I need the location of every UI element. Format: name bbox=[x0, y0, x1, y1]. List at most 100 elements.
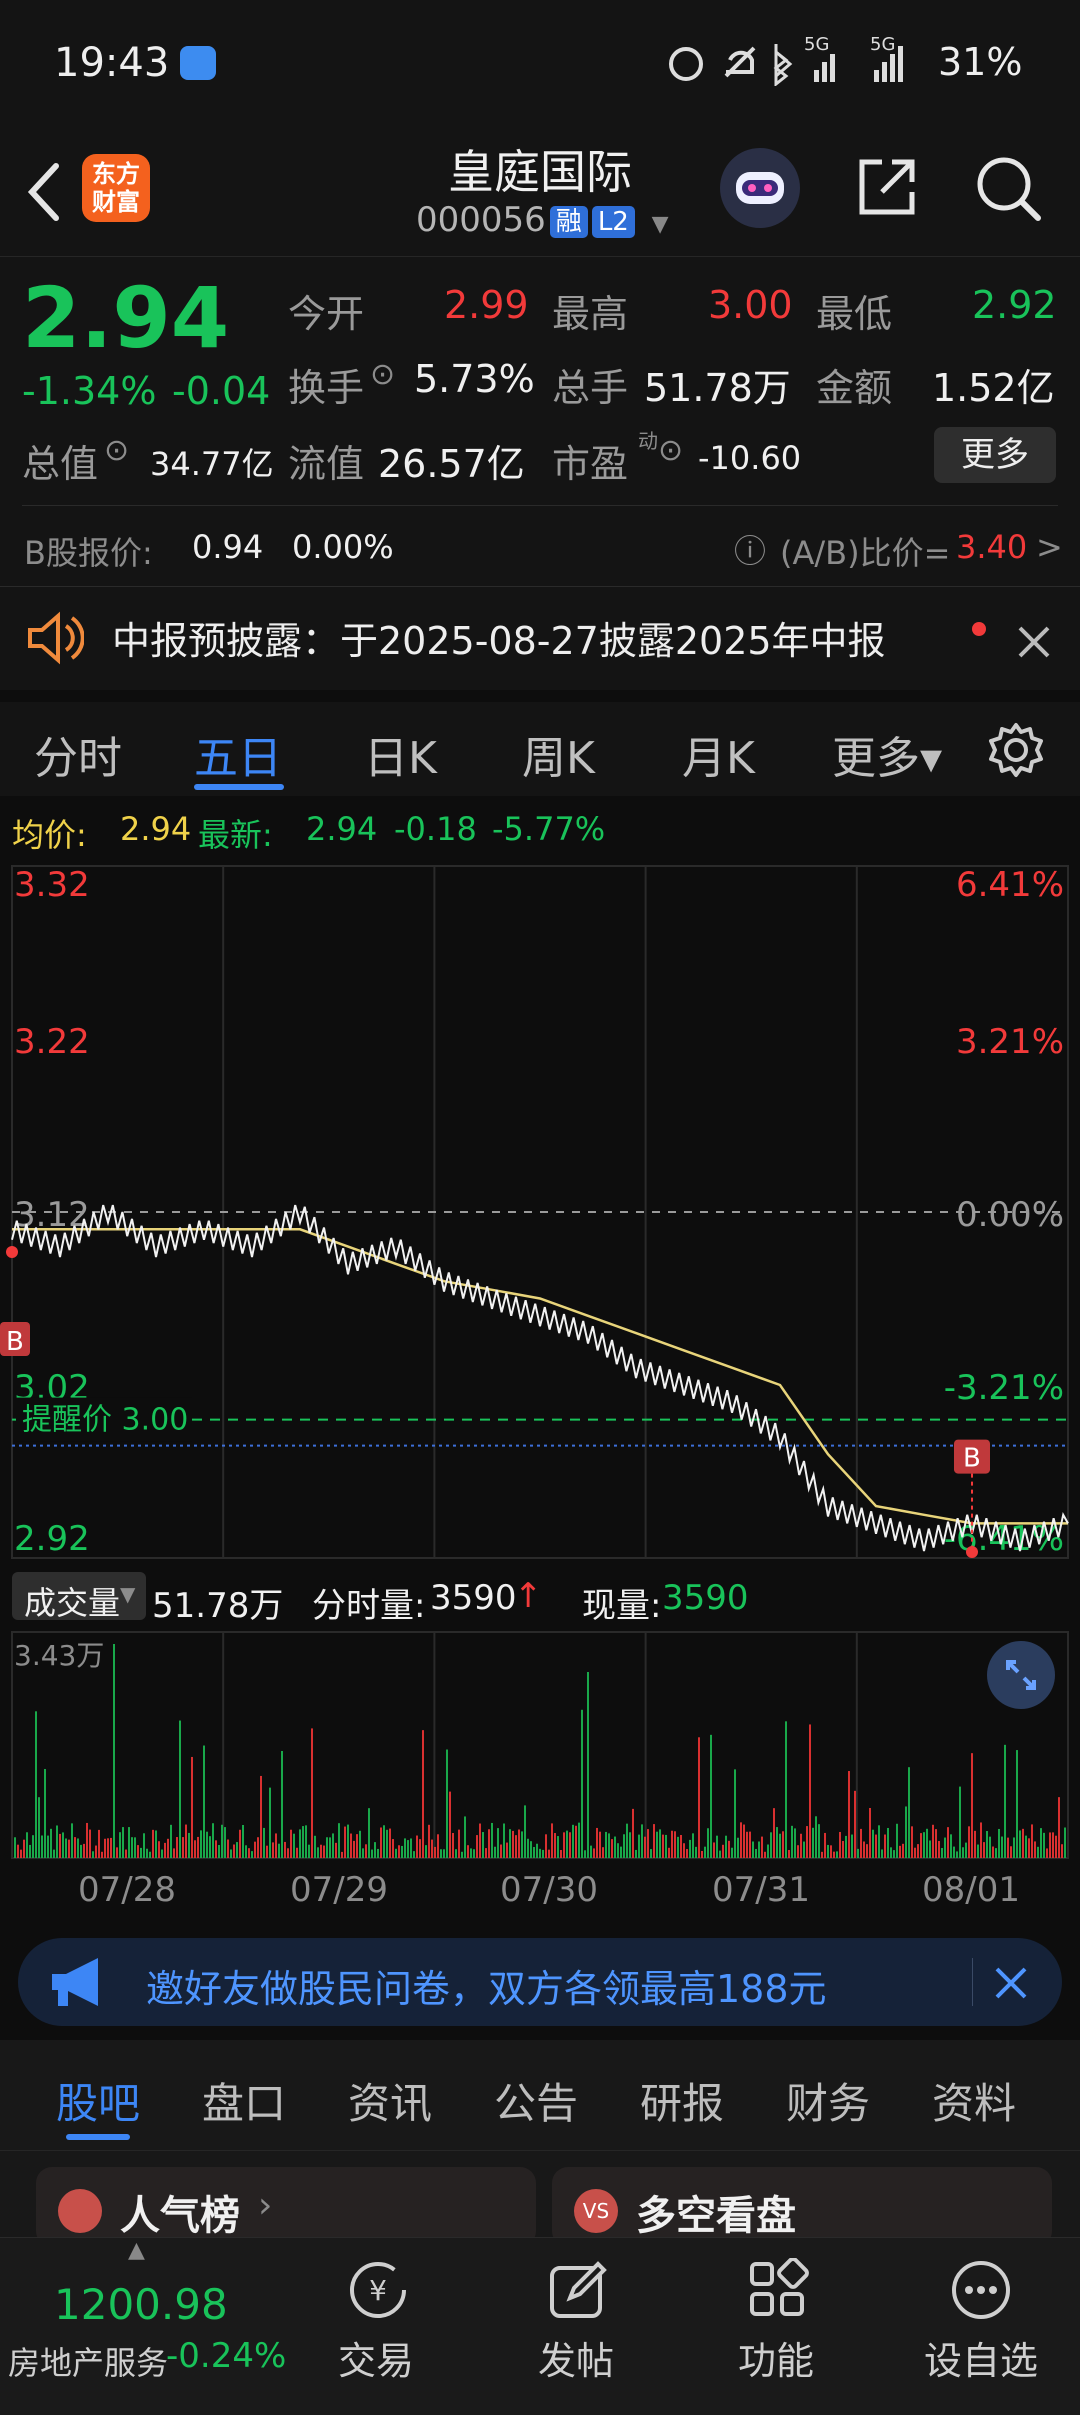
volume-bar bbox=[635, 1849, 637, 1858]
volume-bar bbox=[566, 1830, 568, 1858]
close-icon[interactable] bbox=[1016, 624, 1052, 660]
volume-bar bbox=[536, 1843, 538, 1858]
tab-announcements[interactable]: 公告 bbox=[494, 2070, 578, 2131]
nav-post-label: 发帖 bbox=[537, 2339, 614, 2383]
volume-bar bbox=[911, 1826, 913, 1858]
promo-banner[interactable]: 邀好友做股民问卷，双方各领最高188元 bbox=[18, 1938, 1062, 2026]
volume-bar bbox=[440, 1849, 442, 1858]
share-icon[interactable] bbox=[854, 154, 920, 220]
volume-bar bbox=[92, 1851, 94, 1858]
volume-bar bbox=[899, 1845, 901, 1858]
tab-weekly-k[interactable]: 周K bbox=[522, 722, 595, 786]
y-tick-label-right: 6.41% bbox=[956, 865, 1064, 905]
more-button[interactable]: 更多 bbox=[934, 427, 1056, 483]
volume-bar bbox=[221, 1824, 223, 1858]
tick-volume-value: 3590 bbox=[430, 1578, 517, 1618]
volume-bar-chart[interactable] bbox=[0, 1628, 1080, 1862]
volume-bar bbox=[713, 1842, 715, 1858]
promo-section: 邀好友做股民问卷，双方各领最高188元 bbox=[0, 1916, 1080, 2040]
tab-monthly-k[interactable]: 月K bbox=[682, 722, 755, 786]
volume-bar bbox=[647, 1829, 649, 1858]
volume-bar bbox=[722, 1844, 724, 1858]
nav-trade[interactable]: ¥ 交易 bbox=[316, 2258, 436, 2388]
volume-bar bbox=[518, 1829, 520, 1858]
caret-down-icon: ▼ bbox=[120, 1582, 136, 1606]
notice-bar[interactable]: 中报预披露：于2025-08-27披露2025年中报 bbox=[0, 590, 1080, 690]
nav-add-watchlist[interactable]: 设自选 bbox=[906, 2258, 1056, 2388]
volume-bar bbox=[419, 1839, 421, 1858]
search-icon[interactable] bbox=[974, 154, 1044, 224]
volume-bar bbox=[917, 1844, 919, 1858]
long-short-card[interactable]: VS 多空看盘 bbox=[552, 2167, 1052, 2247]
tab-guba[interactable]: 股吧 bbox=[56, 2070, 140, 2131]
volume-bar bbox=[770, 1832, 772, 1858]
nav-post[interactable]: 发帖 bbox=[516, 2258, 636, 2388]
latest-pct: -5.77% bbox=[492, 810, 606, 848]
volume-bar bbox=[179, 1720, 181, 1858]
tab-daily-k[interactable]: 日K bbox=[364, 722, 437, 786]
volume-bar bbox=[749, 1831, 751, 1858]
volume-bar bbox=[74, 1837, 76, 1858]
tab-finance[interactable]: 财务 bbox=[786, 2070, 870, 2131]
tab-research[interactable]: 研报 bbox=[640, 2070, 724, 2131]
volume-bar bbox=[785, 1721, 787, 1858]
tab-more[interactable]: 更多▾ bbox=[832, 722, 942, 786]
edit-icon bbox=[550, 2261, 607, 2318]
volume-chart-area[interactable]: 3.43万 bbox=[0, 1628, 1080, 1862]
tab-profile[interactable]: 资料 bbox=[932, 2070, 1016, 2131]
volume-bar bbox=[320, 1844, 322, 1858]
volume-bar bbox=[470, 1848, 472, 1858]
volume-bar bbox=[356, 1834, 358, 1858]
settings-icon[interactable] bbox=[988, 722, 1044, 778]
info-icon[interactable]: ⊙ bbox=[104, 433, 129, 468]
volume-bar bbox=[938, 1841, 940, 1858]
robot-assistant-icon[interactable] bbox=[718, 146, 802, 230]
b-share-row[interactable]: B股报价: 0.94 0.00% ⓘ (A/B)比价= 3.40 > bbox=[0, 510, 1080, 586]
volume-bar bbox=[218, 1845, 220, 1858]
volume-bar bbox=[692, 1833, 694, 1858]
popularity-title: 人气榜 bbox=[120, 2193, 240, 2239]
volume-bar bbox=[533, 1847, 535, 1858]
question-icon[interactable]: ⓘ bbox=[734, 526, 766, 572]
bottom-nav: ▲ 1200.98 房地产服务 -0.24% ¥ 交易 发帖 功能 设自选 bbox=[0, 2237, 1080, 2415]
volume-bar bbox=[1064, 1827, 1066, 1858]
stock-code-row[interactable]: 000056 融 L2 ▼ bbox=[416, 200, 669, 240]
tab-pankou[interactable]: 盘口 bbox=[202, 2070, 286, 2131]
ab-ratio-value: 3.40 bbox=[956, 528, 1028, 566]
tab-intraday[interactable]: 分时 bbox=[34, 722, 122, 786]
volume-bar bbox=[17, 1844, 19, 1858]
expand-icon[interactable] bbox=[986, 1640, 1056, 1710]
five-day-price-chart[interactable]: 3.32 6.41%3.22 3.21%3.12 0.00%3.02 -3.21%2.9… bbox=[0, 858, 1080, 1566]
volume-bar bbox=[701, 1850, 703, 1858]
volume-bar bbox=[794, 1828, 796, 1858]
sector-index[interactable]: 1200.98 房地产服务 -0.24% bbox=[0, 2258, 286, 2382]
tab-news[interactable]: 资讯 bbox=[348, 2070, 432, 2131]
volume-bar bbox=[740, 1822, 742, 1858]
status-bar: 19:43 5G 5G 31% bbox=[0, 0, 1080, 126]
volume-bar bbox=[359, 1830, 361, 1858]
popularity-card[interactable]: 人气榜 › bbox=[36, 2167, 536, 2247]
avg-value: 2.94 bbox=[120, 810, 192, 848]
vs-icon: VS bbox=[574, 2189, 618, 2233]
volume-bar bbox=[569, 1832, 571, 1858]
info-icon[interactable]: ⊙ bbox=[658, 433, 683, 468]
volume-bar bbox=[548, 1849, 550, 1858]
nav-functions[interactable]: 功能 bbox=[716, 2258, 836, 2388]
info-icon[interactable]: ⊙ bbox=[370, 357, 395, 392]
price-chart-area[interactable]: 3.32 6.41% 3.22 3.21% 3.12 0.00% 3.02 -3.21% 2.9… bbox=[0, 858, 1080, 1566]
volume-bar bbox=[950, 1834, 952, 1858]
volume-bar bbox=[71, 1823, 73, 1858]
tick-volume-label: 分时量: bbox=[312, 1586, 426, 1626]
volume-bar bbox=[578, 1822, 580, 1858]
volume-bar bbox=[233, 1844, 235, 1858]
volume-bar bbox=[815, 1816, 817, 1858]
volume-bar bbox=[161, 1849, 163, 1858]
tab-five-day[interactable]: 五日 bbox=[194, 722, 282, 786]
volume-indicator-select[interactable]: 成交量 ▼ bbox=[12, 1572, 146, 1622]
volume-bar bbox=[47, 1835, 49, 1858]
volume-bar bbox=[1040, 1828, 1042, 1858]
volume-bar bbox=[677, 1836, 679, 1858]
volume-bar bbox=[284, 1841, 286, 1858]
close-icon[interactable] bbox=[994, 1966, 1028, 2000]
volume-bar bbox=[758, 1841, 760, 1858]
